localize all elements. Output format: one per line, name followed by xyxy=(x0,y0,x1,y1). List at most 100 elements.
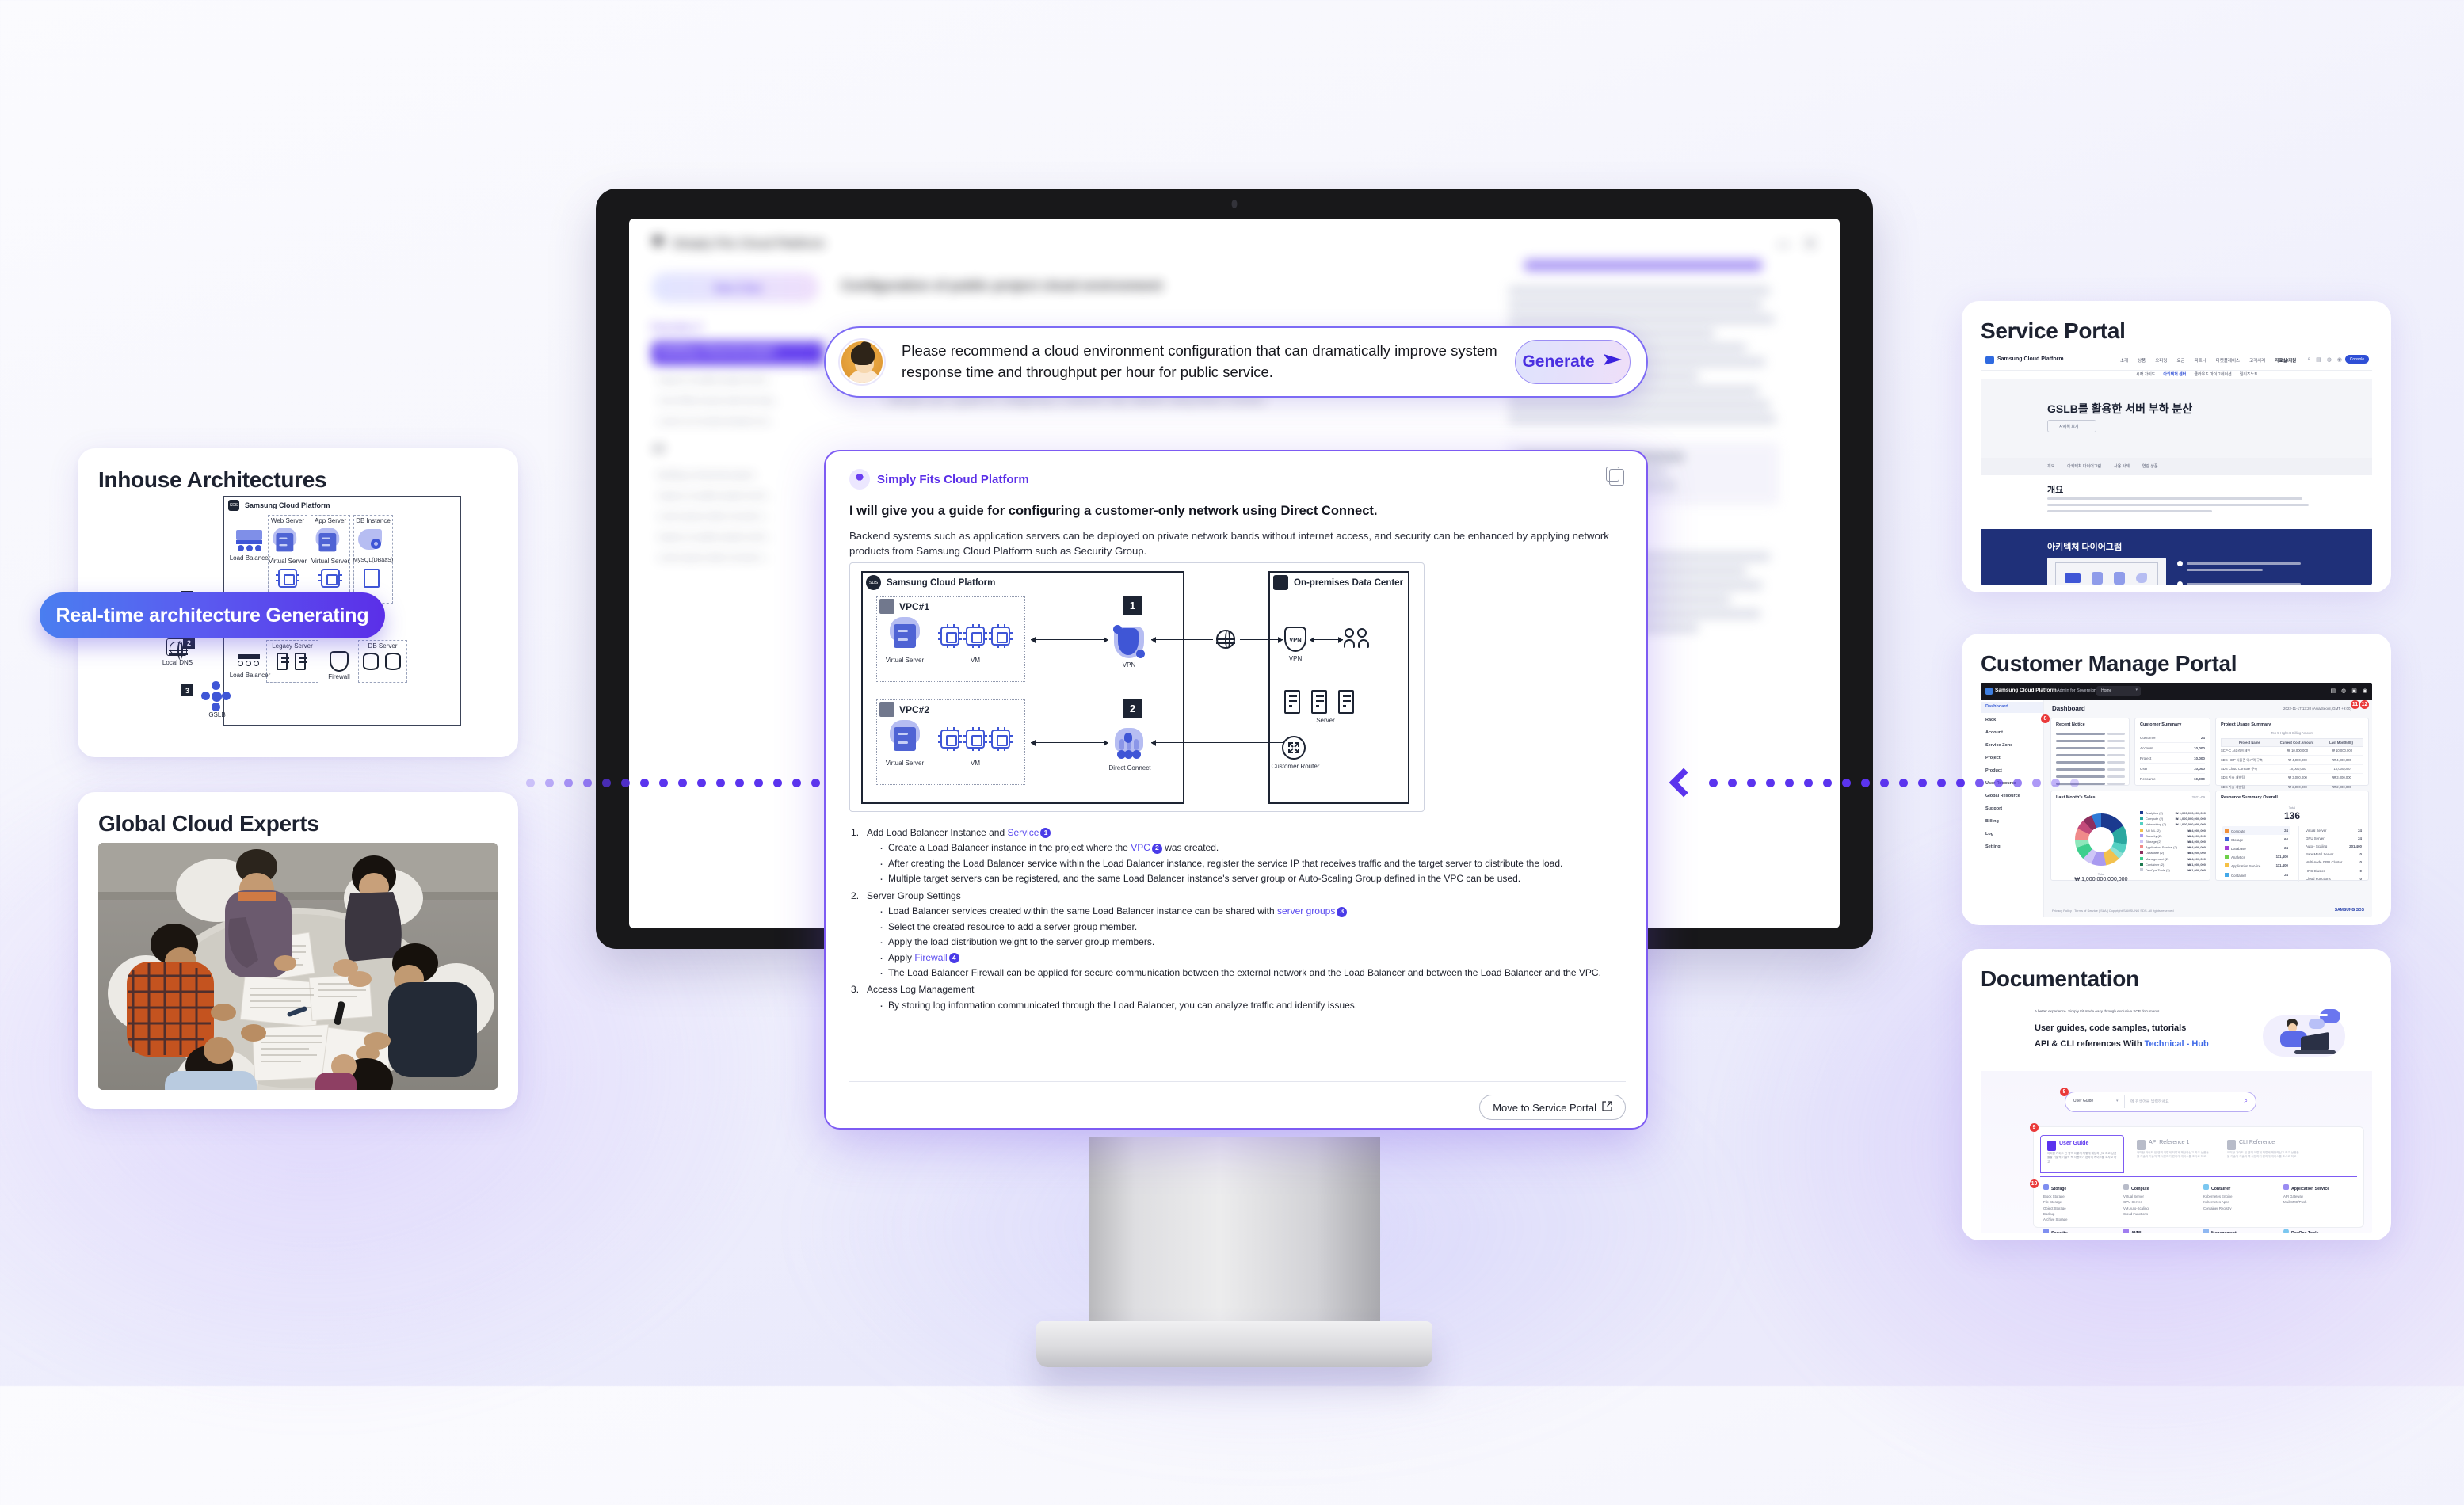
cp-sidebar[interactable]: Dashboard Rack Account Service Zone Proj… xyxy=(1981,700,2044,917)
cp-sidebar-item-support[interactable]: Support xyxy=(1985,806,2002,811)
sp-subnav-2[interactable]: 클라우드 마이그레이션 xyxy=(2194,371,2231,377)
move-to-service-portal-button[interactable]: Move to Service Portal xyxy=(1479,1095,1626,1120)
sp-nav-6[interactable]: 고객사례 xyxy=(2249,357,2265,364)
doc-col-items[interactable]: Block Storage File Storage Object Storag… xyxy=(2043,1194,2119,1222)
doc-item[interactable]: Object Storage xyxy=(2043,1206,2119,1211)
doc-item[interactable]: Mail/SMS/Push xyxy=(2283,1199,2359,1205)
sp-subnav-1[interactable]: 아키텍처 센터 xyxy=(2163,371,2186,377)
doc-col-items[interactable]: Kubernetes Engine Kubernetes Apps Contai… xyxy=(2203,1194,2279,1211)
sp-nav-7[interactable]: 자료실/지원 xyxy=(2275,357,2296,364)
doc-item[interactable]: Archive Storage xyxy=(2043,1217,2119,1222)
doc-item[interactable]: Block Storage xyxy=(2043,1194,2119,1199)
doc-item[interactable]: Cloud Functions xyxy=(2123,1211,2199,1217)
user-icon[interactable]: ◉ xyxy=(2337,356,2342,363)
cp-sidebar-item-setting[interactable]: Setting xyxy=(1985,844,2001,849)
prompt-input[interactable]: Please recommend a cloud environment con… xyxy=(884,341,1515,383)
info-icon[interactable]: ◍ xyxy=(2341,688,2346,694)
doc-search-select[interactable]: User Guide xyxy=(2073,1099,2093,1103)
sp-nav-4[interactable]: 파트너 xyxy=(2195,357,2207,364)
search-icon[interactable]: ⌕ xyxy=(2307,356,2310,363)
doc-col-head: Application Service xyxy=(2291,1187,2330,1191)
doc-item[interactable]: Kubernetes Apps xyxy=(2203,1199,2279,1205)
sp-nav-5[interactable]: 마켓플레이스 xyxy=(2216,357,2240,364)
sp-tab-1[interactable]: 아키텍처 다이어그램 xyxy=(2067,463,2101,469)
minimize-icon[interactable] xyxy=(1778,244,1789,246)
legend-value: ₩ 1,000,000 xyxy=(2187,867,2206,872)
doc-search-bar[interactable]: User Guide ▾ 에 검색어를 입력하세요 ⌕ xyxy=(2065,1092,2256,1112)
history-item-2[interactable]: Cost inflow issues with site dep… xyxy=(658,396,781,406)
sp-nav-1[interactable]: 상품 xyxy=(2138,357,2146,364)
sp-icon-row[interactable]: ⌕ ▤ ◍ ◉ xyxy=(2307,356,2342,363)
history2-item-5[interactable]: Lorem ipsum dolor sit amet c… xyxy=(658,553,772,562)
sp-nav-2[interactable]: 오퍼링 xyxy=(2155,357,2167,364)
history2-item-1[interactable]: Building a financial project xyxy=(658,471,754,480)
doc-tab-cli-reference[interactable]: CLI Reference 어떠한 가이드 인 영역 이렇게 저렇게 해당하신고… xyxy=(2221,1135,2305,1173)
res-label: Multi-node GPU Cluster xyxy=(2306,860,2343,865)
history-item-3[interactable]: Lorem an sit odio tincidunt ser… xyxy=(658,417,777,426)
bullet-link[interactable]: server groups xyxy=(1277,905,1335,916)
cp-widget-sales: Last Month's Sales 2021-09 Total ₩ 1,000… xyxy=(2050,791,2210,882)
sp-subnav[interactable]: 시작 가이드 아키텍처 센터 클라우드 마이그레이션 릴리즈노트 xyxy=(2136,371,2258,377)
sp-tab-0[interactable]: 개요 xyxy=(2047,463,2054,469)
res-value: 24 xyxy=(2284,845,2288,850)
doc-col-head: AI/ML xyxy=(2131,1231,2142,1233)
sp-tab-3[interactable]: 연관 상품 xyxy=(2142,463,2158,469)
book-icon[interactable]: ▤ xyxy=(2331,688,2336,694)
sp-subnav-0[interactable]: 시작 가이드 xyxy=(2136,371,2155,377)
doc-item[interactable]: VM Auto-Scaling xyxy=(2123,1206,2199,1211)
doc-tab-user-guide[interactable]: User Guide 어떠한 가이드 인 영역 이렇게 저렇게 해당하신고 하고… xyxy=(2040,1135,2124,1173)
cp-sidebar-item-project[interactable]: Project xyxy=(1985,756,2001,760)
history2-item-3[interactable]: Lorem ipsum dolor sit amet c… xyxy=(658,512,772,521)
cp-home-select[interactable]: Home ▾ xyxy=(2096,686,2141,696)
cp-top-icons[interactable]: ▤ ◍ ▣ ◉ xyxy=(2331,688,2367,694)
sp-hero-button[interactable]: 자세히 보기 xyxy=(2047,420,2096,432)
doc-item[interactable]: File Storage xyxy=(2043,1199,2119,1205)
step-title-link[interactable]: Service xyxy=(1007,827,1039,838)
sp-subnav-3[interactable]: 릴리즈노트 xyxy=(2240,371,2258,377)
sp-console-button[interactable]: Console xyxy=(2345,355,2369,364)
generate-button[interactable]: Generate xyxy=(1515,340,1631,384)
doc-col-items[interactable]: Virtual Server GPU Server VM Auto-Scalin… xyxy=(2123,1194,2199,1217)
globe-icon[interactable]: ◍ xyxy=(2327,356,2332,363)
app-window-title: Simply Fits Cloud Platform xyxy=(673,237,825,250)
doc-item[interactable]: Virtual Server xyxy=(2123,1194,2199,1199)
close-icon[interactable] xyxy=(1805,238,1816,249)
doc-col-items[interactable]: API Gateway Mail/SMS/Push xyxy=(2283,1194,2359,1206)
doc-item[interactable]: API Gateway xyxy=(2283,1194,2359,1199)
doc-search-input[interactable]: 에 검색어를 입력하세요 xyxy=(2130,1099,2169,1104)
cp-sidebar-item-service-zone[interactable]: Service Zone xyxy=(1985,743,2012,748)
doc-item[interactable]: Backup xyxy=(2043,1211,2119,1217)
server-icon-1 xyxy=(1284,690,1300,714)
cell: SCP-C 서플라이체인 xyxy=(2221,749,2251,753)
history2-item-2[interactable]: Inquiry on public project archi… xyxy=(658,491,774,501)
cp-sidebar-item-dashboard[interactable]: Dashboard xyxy=(1985,704,2008,709)
search-icon[interactable]: ⌕ xyxy=(2245,1097,2248,1105)
legend-value: ₩ 4,000,000 xyxy=(2187,851,2206,855)
cp-sidebar-item-rack[interactable]: Rack xyxy=(1985,718,1996,722)
doc-icon[interactable]: ▤ xyxy=(2316,356,2321,363)
cp-sidebar-item-log[interactable]: Log xyxy=(1985,832,1993,836)
doc-column: Security WAF DDoS Protection IPS Secured… xyxy=(2043,1229,2119,1233)
doc-item[interactable]: GPU Server xyxy=(2123,1199,2199,1205)
history-item-1[interactable]: Inquiry on public project archi… xyxy=(658,375,774,385)
sp-tabs[interactable]: 개요 아키텍처 다이어그램 사용 사례 연관 상품 xyxy=(1981,458,2372,475)
sp-tab-2[interactable]: 사용 사례 xyxy=(2114,463,2130,469)
user-icon[interactable]: ◉ xyxy=(2363,688,2367,694)
sp-nav-items[interactable]: 소개 상품 오퍼링 요금 파트너 마켓플레이스 고객사례 자료실/지원 xyxy=(2120,357,2296,364)
doc-headline-2-text: API & CLI references With xyxy=(2035,1039,2145,1049)
bullet-text: Multiple target servers can be registere… xyxy=(888,873,1521,885)
copy-icon[interactable] xyxy=(1606,467,1624,486)
cp-sidebar-item-global-resource[interactable]: Global Resource xyxy=(1985,794,2020,798)
cp-sidebar-item-billing[interactable]: Billing xyxy=(1985,819,1999,824)
history2-item-4[interactable]: Inquiry on public project archi… xyxy=(658,532,774,542)
legend-value: ₩ 1,000,000,000,000 xyxy=(2175,811,2206,816)
doc-tab-api-reference[interactable]: API Reference 1 어떠한 가이드 인 영역 이렇게 저렇게 해당하… xyxy=(2130,1135,2214,1173)
doc-item[interactable]: Kubernetes Engine xyxy=(2203,1194,2279,1199)
bell-icon[interactable]: ▣ xyxy=(2351,688,2357,694)
bullet-link[interactable]: Firewall xyxy=(914,952,947,963)
cp-sidebar-item-account[interactable]: Account xyxy=(1985,730,2003,735)
sp-nav-0[interactable]: 소개 xyxy=(2120,357,2128,364)
doc-item[interactable]: Container Registry xyxy=(2203,1206,2279,1211)
bullet-link[interactable]: VPC xyxy=(1131,842,1150,853)
sp-nav-3[interactable]: 요금 xyxy=(2176,357,2184,364)
